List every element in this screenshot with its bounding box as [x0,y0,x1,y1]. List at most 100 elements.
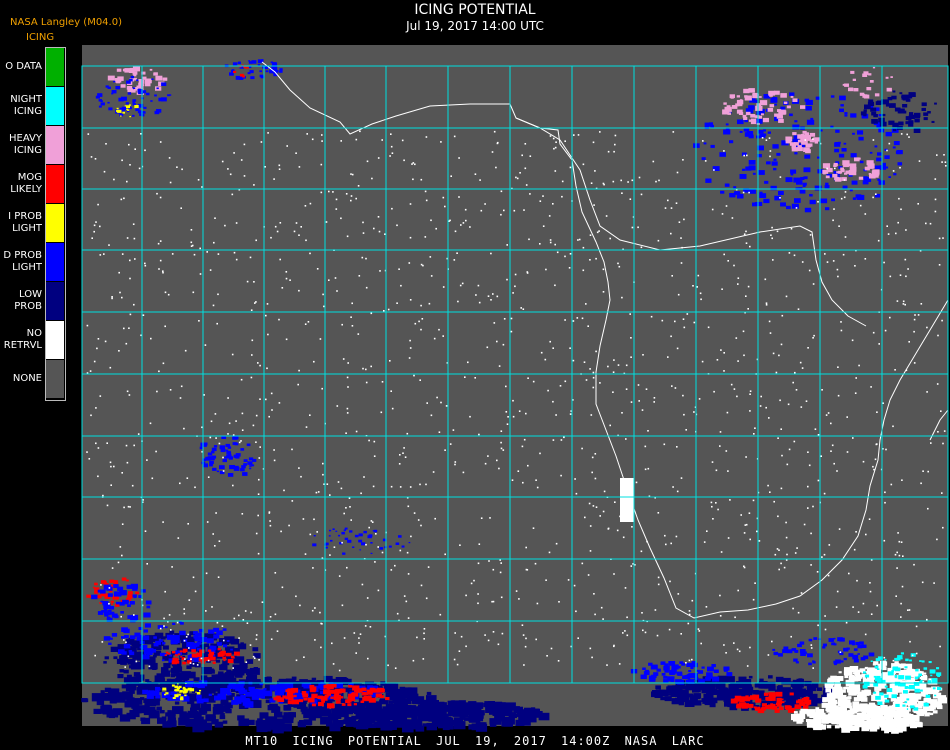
icing-pixel [902,704,906,707]
no-retrieval-speck [657,239,660,242]
no-retrieval-speck [299,604,301,607]
icing-pixel [349,530,353,533]
no-retrieval-speck [362,367,364,370]
no-retrieval-speck [895,232,897,235]
icing-pixel [826,725,832,729]
no-retrieval-speck [929,222,932,225]
icing-pixel [330,696,334,699]
no-retrieval-speck [693,411,695,413]
no-retrieval-speck [855,531,857,533]
icing-pixel [818,724,826,730]
icing-pixel [113,80,116,83]
no-retrieval-speck [865,533,867,536]
no-retrieval-speck [864,633,867,636]
icing-pixel [777,685,783,689]
no-retrieval-speck [582,269,585,272]
no-retrieval-speck [257,552,260,555]
no-retrieval-speck [810,532,812,535]
no-retrieval-speck [540,351,543,354]
no-retrieval-speck [568,267,571,269]
no-retrieval-speck [680,633,682,635]
no-retrieval-speck [231,353,234,356]
no-retrieval-speck [557,660,560,662]
icing-pixel [113,580,118,584]
no-retrieval-speck [855,377,857,379]
no-retrieval-speck [527,377,529,379]
no-retrieval-speck [616,529,619,532]
no-retrieval-speck [121,523,124,525]
icing-pixel [797,145,802,149]
icing-pixel [212,707,224,715]
no-retrieval-speck [752,499,755,502]
no-retrieval-speck [797,308,800,310]
icing-pixel [234,454,238,457]
icing-pixel [120,84,126,88]
no-retrieval-speck [905,275,907,278]
icing-pixel [113,656,118,660]
icing-pixel [789,92,795,97]
icing-pixel [815,707,820,710]
no-retrieval-speck [525,184,528,186]
no-retrieval-speck [552,439,555,441]
no-retrieval-speck [113,465,115,468]
no-retrieval-speck [737,360,739,362]
no-retrieval-speck [298,369,300,372]
no-retrieval-speck [267,333,269,336]
no-retrieval-speck [749,410,751,412]
no-retrieval-speck [549,239,552,241]
icing-pixel [110,600,114,603]
icing-pixel [207,649,212,652]
no-retrieval-speck [840,329,843,332]
no-retrieval-speck [836,590,839,593]
no-retrieval-speck [838,528,841,530]
icing-pixel [86,595,89,597]
icing-pixel [784,705,791,710]
no-retrieval-speck [255,638,258,641]
icing-pixel [241,465,246,469]
no-retrieval-speck [618,663,621,665]
no-retrieval-speck [355,138,358,141]
icing-pixel [882,706,891,712]
no-retrieval-speck [518,598,520,600]
no-retrieval-speck [500,213,502,216]
icing-pixel [209,463,213,467]
no-retrieval-speck [391,207,393,210]
icing-pixel [136,636,142,641]
icing-pixel [138,88,141,91]
no-retrieval-speck [295,659,298,662]
no-retrieval-speck [243,175,246,177]
icing-pixel [837,637,843,642]
no-retrieval-speck [359,633,362,635]
no-retrieval-speck [480,517,483,519]
no-retrieval-speck [346,407,349,410]
icing-pixel [107,75,115,81]
icing-pixel [365,703,372,708]
no-retrieval-speck [97,203,99,206]
no-retrieval-speck [704,160,707,162]
no-retrieval-speck [212,304,215,307]
icing-pixel [666,686,677,694]
icing-pixel [701,157,706,161]
no-retrieval-speck [233,152,235,154]
icing-pixel [801,141,805,144]
no-retrieval-speck [902,300,905,303]
no-retrieval-speck [594,613,596,616]
icing-pixel [221,663,226,667]
icing-pixel [156,706,162,711]
no-retrieval-speck [602,268,605,271]
icing-pixel [742,168,746,171]
no-retrieval-speck [585,379,588,381]
no-retrieval-speck [375,533,377,535]
no-retrieval-speck [602,182,605,185]
no-retrieval-speck [377,546,379,548]
no-retrieval-speck [872,139,875,141]
icing-pixel [256,692,264,698]
no-retrieval-speck [348,497,351,499]
icing-pixel [833,643,837,646]
icing-pixel [829,696,833,699]
no-retrieval-speck [544,358,547,361]
no-retrieval-speck [131,484,134,487]
icing-pixel [403,702,408,706]
no-retrieval-speck [606,664,608,666]
no-retrieval-speck [677,593,680,595]
